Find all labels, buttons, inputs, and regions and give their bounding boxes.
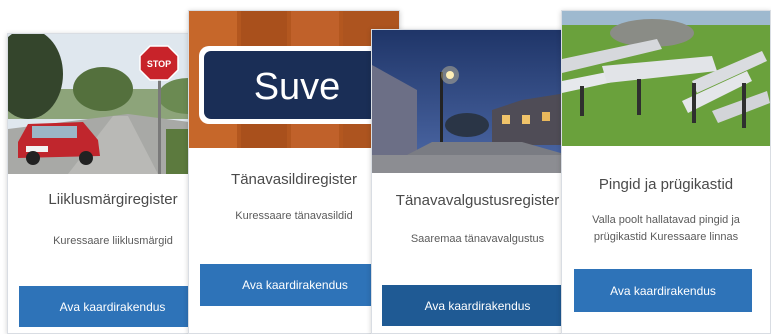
card-image-lit-street-dusk — [372, 30, 583, 173]
card-title: Tänavavalgustusregister — [395, 192, 560, 209]
card-image-street-name-sign: Suve — [189, 11, 399, 148]
open-map-app-button[interactable]: Ava kaardirakendus — [200, 264, 390, 306]
open-map-app-button[interactable]: Ava kaardirakendus — [382, 285, 573, 326]
open-map-app-button[interactable]: Ava kaardirakendus — [19, 286, 206, 327]
stop-sign-text: STOP — [147, 59, 171, 69]
open-map-app-button[interactable]: Ava kaardirakendus — [574, 269, 752, 312]
card-street-sign-register: Suve Tänavasildiregister Kuressaare täna… — [188, 10, 400, 334]
card-title: Tänavasildiregister — [231, 171, 357, 188]
card-title: Liiklusmärgiregister — [48, 191, 178, 208]
card-benches-and-bins: Pingid ja prügikastid Valla poolt hallat… — [561, 10, 771, 334]
street-sign-text: Suve — [254, 66, 341, 108]
card-title: Pingid ja prügikastid — [598, 176, 734, 193]
card-street-lighting-register: Tänavavalgustusregister Saaremaa tänavav… — [371, 29, 584, 334]
card-image-park-benches — [562, 11, 770, 146]
card-description: Kuressaare liiklusmärgid — [53, 235, 173, 247]
card-description: Valla poolt hallatavad pingid ja prügika… — [592, 214, 740, 243]
card-description: Saaremaa tänavavalgustus — [410, 233, 545, 245]
card-description: Kuressaare tänavasildid — [235, 210, 353, 222]
